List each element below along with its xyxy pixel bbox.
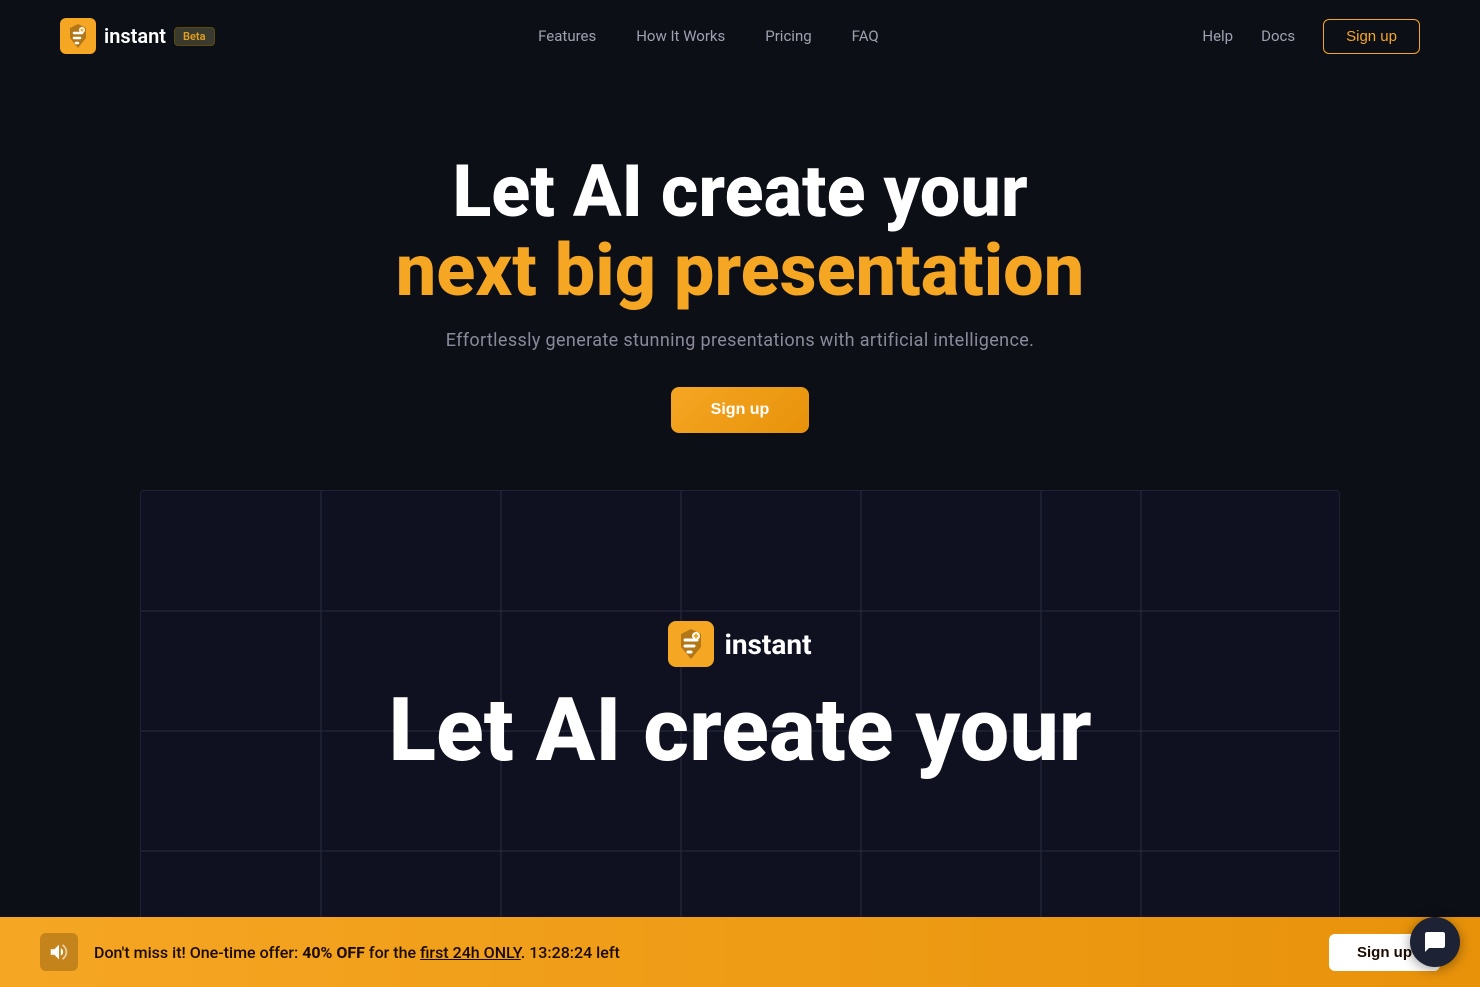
logo-link[interactable]: instant Beta [60, 18, 215, 54]
nav-center: Features How It Works Pricing FAQ [538, 27, 879, 45]
hero-title-line1: Let AI create your [452, 152, 1027, 231]
banner-left: Don't miss it! One-time offer: 40% OFF f… [40, 933, 620, 971]
nav-docs[interactable]: Docs [1261, 27, 1295, 45]
nav-right: Help Docs Sign up [1202, 19, 1420, 54]
inner-logo-wrap: instant [668, 621, 811, 667]
chat-button[interactable] [1410, 917, 1460, 967]
hero-title-line2: next big presentation [396, 231, 1084, 310]
hero-signup-button[interactable]: Sign up [671, 387, 810, 433]
nav-features[interactable]: Features [538, 27, 596, 45]
banner-offer-text: Don't miss it! One-time offer: 40% OFF f… [94, 943, 620, 962]
hero-section: Let AI create your next big presentation… [0, 72, 1480, 433]
beta-badge: Beta [174, 27, 215, 46]
nav-signup-button[interactable]: Sign up [1323, 19, 1420, 54]
navbar: instant Beta Features How It Works Prici… [0, 0, 1480, 72]
logo-icon [60, 18, 96, 54]
banner-megaphone-icon [40, 933, 78, 971]
inner-hero-title: Let AI create your [388, 687, 1091, 775]
nav-help[interactable]: Help [1202, 27, 1233, 45]
banner-highlight: first 24h ONLY [420, 943, 521, 962]
inner-logo-text: instant [724, 628, 811, 661]
inner-logo-icon [668, 621, 714, 667]
hero-subtitle: Effortlessly generate stunning presentat… [446, 330, 1035, 351]
nav-pricing[interactable]: Pricing [765, 27, 811, 45]
banner-timer: . 13:28:24 left [521, 943, 620, 962]
nav-how-it-works[interactable]: How It Works [636, 27, 725, 45]
chat-icon [1423, 930, 1447, 954]
bottom-banner: Don't miss it! One-time offer: 40% OFF f… [0, 917, 1480, 987]
banner-discount: 40% OFF [302, 943, 365, 962]
grid-preview-section: instant Let AI create your [140, 490, 1340, 980]
nav-faq[interactable]: FAQ [852, 27, 879, 45]
grid-inner-content: instant Let AI create your [141, 621, 1339, 775]
logo-text: instant [104, 24, 166, 48]
